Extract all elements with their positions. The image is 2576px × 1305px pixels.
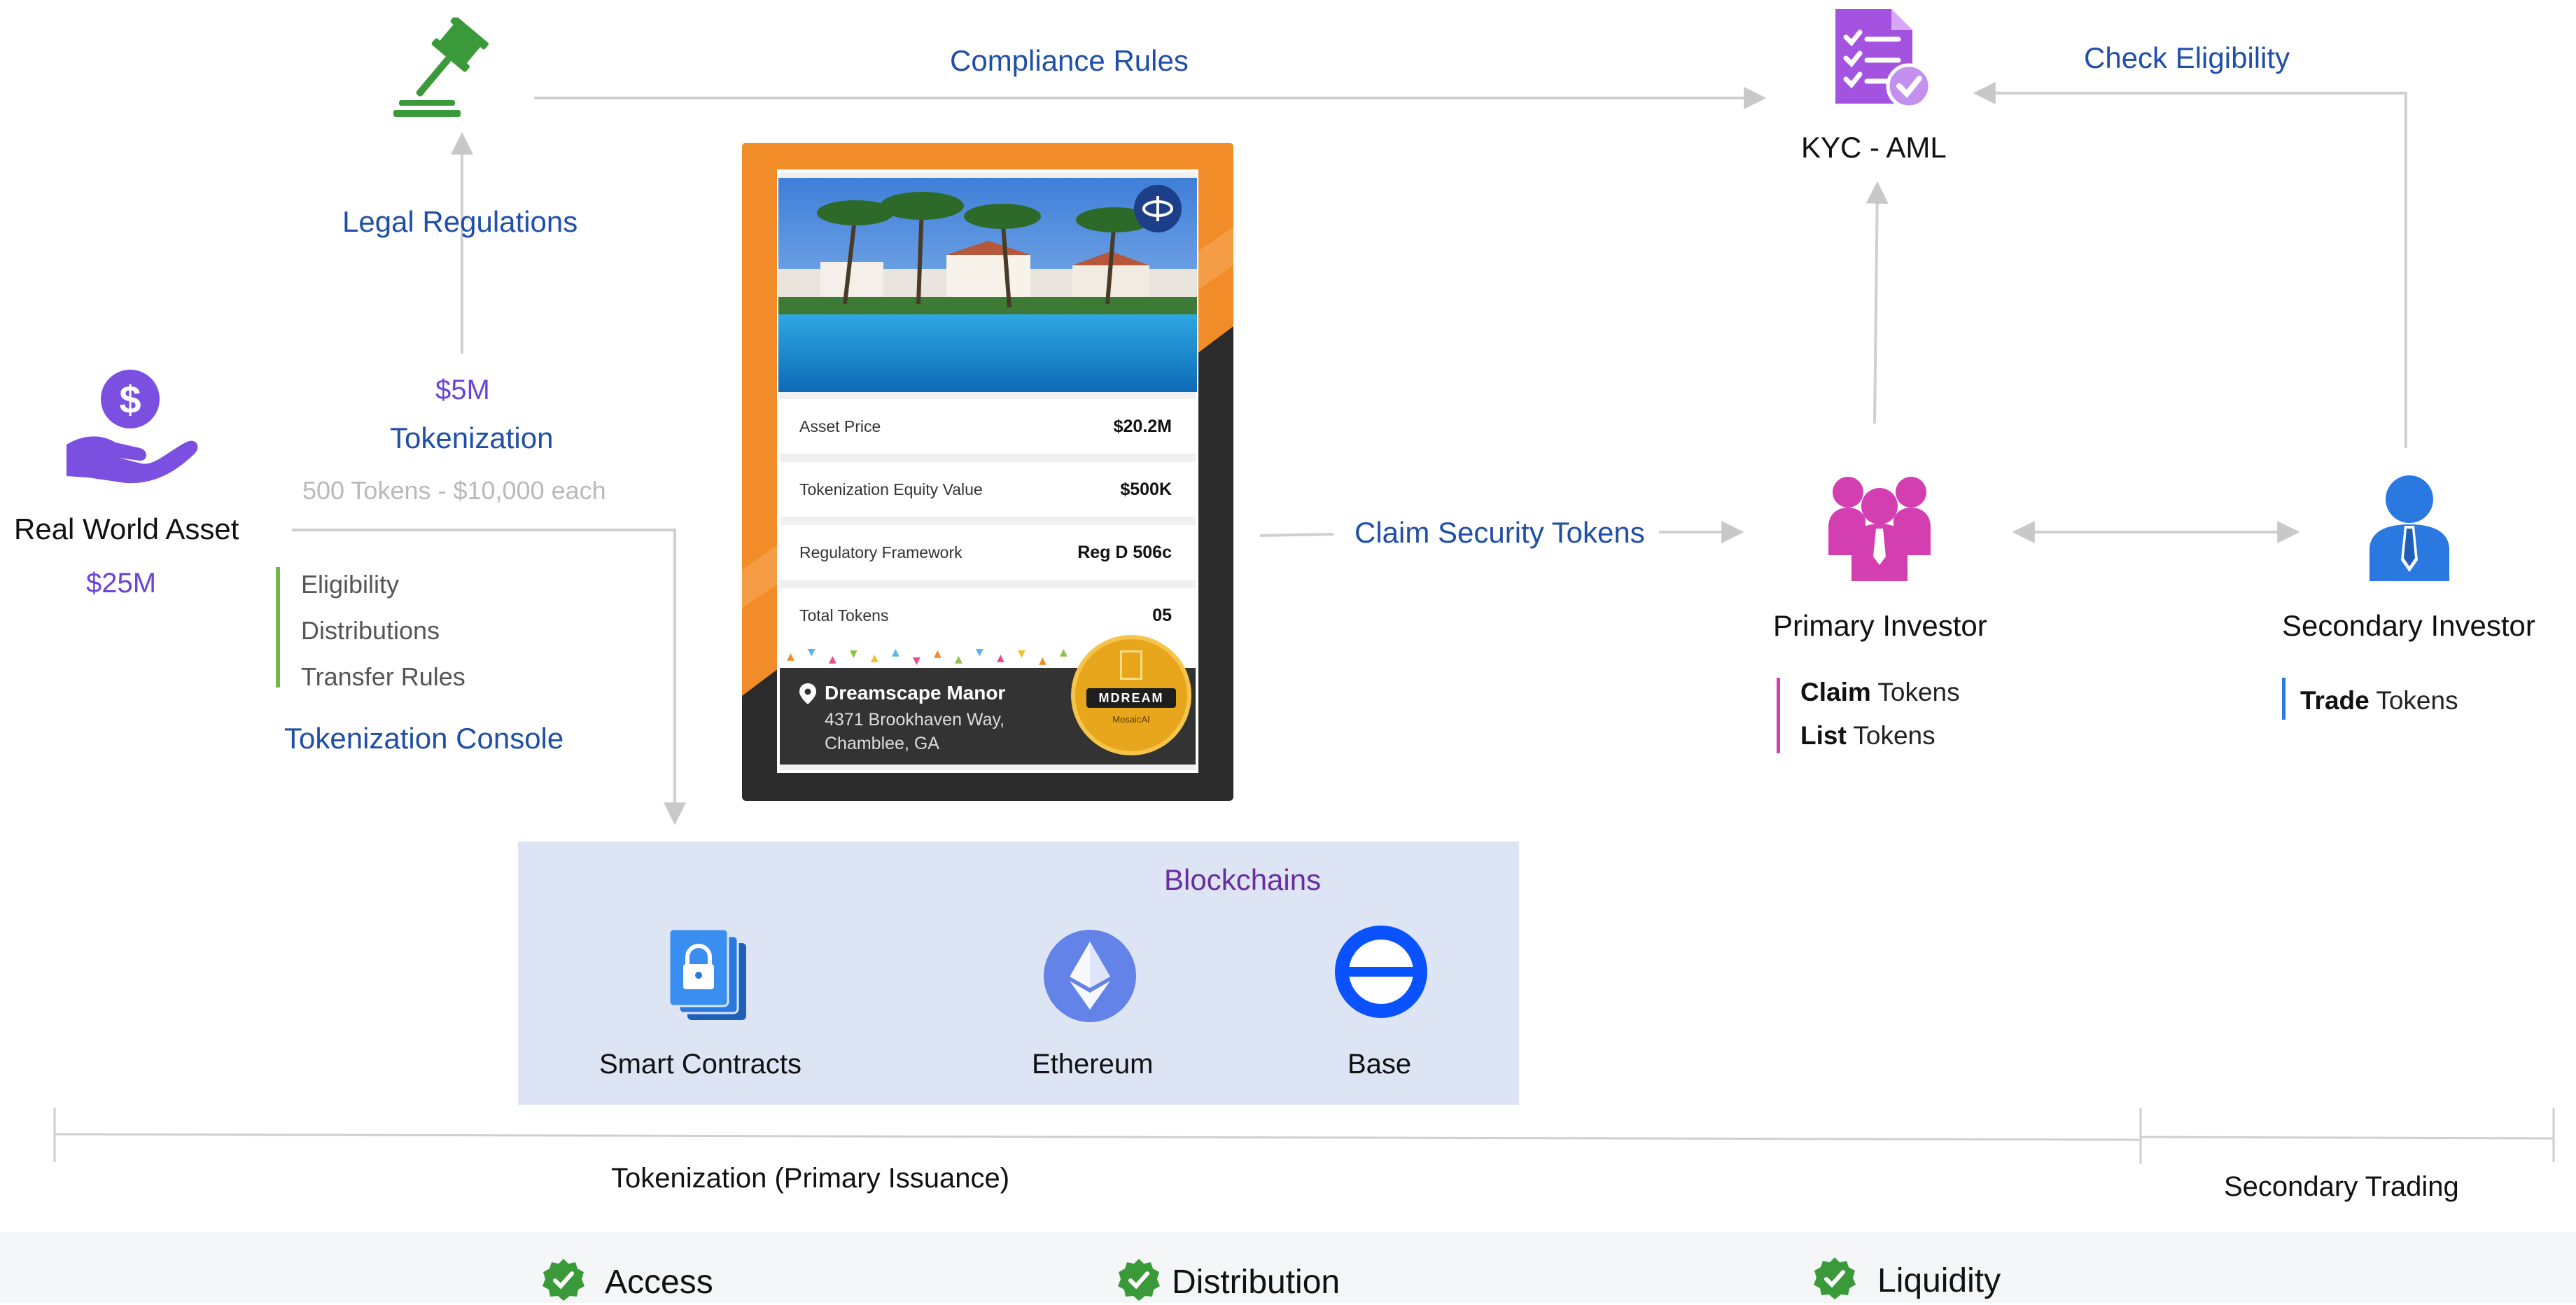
console-accent-bar bbox=[276, 567, 280, 688]
property-card: Asset Price $20.2M Tokenization Equity V… bbox=[742, 143, 1233, 801]
gavel-icon bbox=[392, 15, 504, 123]
secondary-action-trade: Trade Tokens bbox=[2300, 686, 2458, 715]
console-item: Transfer Rules bbox=[301, 662, 465, 691]
svg-text:▲: ▲ bbox=[1039, 655, 1046, 667]
compliance-rules-label: Compliance Rules bbox=[950, 44, 1189, 77]
check-badge-icon bbox=[542, 1258, 585, 1301]
location-pin-icon bbox=[799, 683, 816, 704]
investor-person-icon bbox=[2366, 473, 2454, 581]
svg-text:▲: ▲ bbox=[997, 652, 1004, 664]
ethereum-label: Ethereum bbox=[1032, 1049, 1154, 1080]
detail-value: 05 bbox=[1152, 605, 1172, 625]
kyc-document-icon bbox=[1828, 6, 1933, 111]
detail-label: Tokenization Equity Value bbox=[799, 480, 983, 498]
claim-left-line bbox=[1259, 533, 1334, 537]
console-item: Distributions bbox=[301, 616, 440, 645]
detail-value: Reg D 506c bbox=[1077, 542, 1172, 562]
badge-text: MDREAM bbox=[1086, 688, 1176, 708]
detail-value: $20.2M bbox=[1113, 416, 1172, 436]
asset-value: $25M bbox=[86, 568, 157, 599]
secondary-actions: Trade Tokens bbox=[2300, 679, 2458, 723]
secondary-phase-line bbox=[2140, 1136, 2554, 1140]
eligibility-arrow bbox=[1973, 82, 2407, 448]
primary-accent-bar bbox=[1777, 678, 1780, 753]
primary-kyc-arrow bbox=[1865, 181, 1889, 424]
svg-text:▲: ▲ bbox=[787, 651, 794, 662]
blockchains-title: Blockchains bbox=[1164, 863, 1322, 896]
secondary-trading-label: Secondary Trading bbox=[2224, 1171, 2459, 1202]
tokenization-console-label: Tokenization Console bbox=[284, 722, 564, 755]
svg-text:▲: ▲ bbox=[1060, 647, 1068, 658]
view-360-icon[interactable] bbox=[1134, 185, 1182, 232]
primary-action-list: List Tokens bbox=[1800, 721, 1935, 750]
ethereum-icon bbox=[1043, 929, 1137, 1023]
detail-label: Total Tokens bbox=[799, 606, 889, 624]
benefit-access: Access bbox=[605, 1264, 713, 1301]
svg-text:▼: ▼ bbox=[850, 648, 858, 660]
property-address-line2: Chamblee, GA bbox=[825, 734, 939, 753]
svg-text:▼: ▼ bbox=[913, 655, 920, 667]
claim-security-tokens-label: Claim Security Tokens bbox=[1354, 516, 1645, 549]
secondary-investor-label: Secondary Investor bbox=[2282, 609, 2535, 642]
smart-contract-icon bbox=[666, 928, 756, 1026]
detail-label: Asset Price bbox=[799, 417, 881, 435]
check-eligibility-label: Check Eligibility bbox=[2084, 41, 2290, 74]
check-badge-icon bbox=[1117, 1258, 1161, 1301]
detail-row-asset-price: Asset Price $20.2M bbox=[780, 399, 1196, 454]
svg-text:▲: ▲ bbox=[955, 654, 962, 665]
console-item: Eligibility bbox=[301, 570, 400, 599]
primary-phase-line bbox=[54, 1133, 2141, 1141]
property-name: Dreamscape Manor bbox=[825, 682, 1006, 704]
primary-investor-label: Primary Investor bbox=[1773, 609, 1987, 642]
svg-text:▲: ▲ bbox=[871, 652, 878, 664]
real-world-asset-label: Real World Asset bbox=[14, 512, 239, 545]
base-label: Base bbox=[1348, 1049, 1412, 1080]
badge-subtext: MosaicAI bbox=[1112, 714, 1150, 725]
detail-row-regulatory: Regulatory Framework Reg D 506c bbox=[780, 525, 1196, 580]
svg-text:▼: ▼ bbox=[1018, 648, 1026, 660]
primary-issuance-label: Tokenization (Primary Issuance) bbox=[611, 1163, 1010, 1194]
detail-label: Regulatory Framework bbox=[799, 543, 962, 561]
console-items: Eligibility Distributions Transfer Rules bbox=[301, 561, 465, 700]
svg-text:▲: ▲ bbox=[829, 654, 836, 665]
kyc-aml-label: KYC - AML bbox=[1801, 131, 1947, 164]
primary-action-claim: Claim Tokens bbox=[1800, 678, 1960, 706]
tokenization-label: Tokenization bbox=[390, 421, 554, 454]
svg-text:$: $ bbox=[119, 377, 141, 421]
detail-value: $500K bbox=[1120, 479, 1172, 499]
svg-text:▲: ▲ bbox=[934, 648, 941, 660]
money-hand-icon: $ bbox=[63, 364, 203, 487]
building-icon bbox=[1120, 650, 1142, 680]
secondary-accent-bar bbox=[2282, 678, 2286, 720]
primary-actions: Claim Tokens List Tokens bbox=[1800, 671, 1960, 758]
svg-text:▼: ▼ bbox=[976, 647, 983, 658]
base-icon bbox=[1334, 924, 1429, 1019]
property-address-line1: 4371 Brookhaven Way, bbox=[825, 710, 1005, 730]
tokenization-detail: 500 Tokens - $10,000 each bbox=[302, 476, 606, 505]
smart-contracts-label: Smart Contracts bbox=[599, 1049, 802, 1080]
detail-row-equity-value: Tokenization Equity Value $500K bbox=[780, 462, 1196, 517]
benefit-distribution: Distribution bbox=[1172, 1264, 1340, 1301]
investor-group-icon bbox=[1827, 473, 1932, 581]
tokenization-amount: $5M bbox=[435, 375, 490, 405]
legal-regulations-label: Legal Regulations bbox=[342, 205, 578, 238]
benefit-liquidity: Liquidity bbox=[1877, 1262, 2001, 1299]
svg-text:▲: ▲ bbox=[892, 647, 899, 658]
check-badge-icon bbox=[1813, 1257, 1856, 1300]
mdream-token-badge: MDREAM MosaicAI bbox=[1071, 635, 1191, 755]
svg-text:▼: ▼ bbox=[808, 647, 816, 658]
